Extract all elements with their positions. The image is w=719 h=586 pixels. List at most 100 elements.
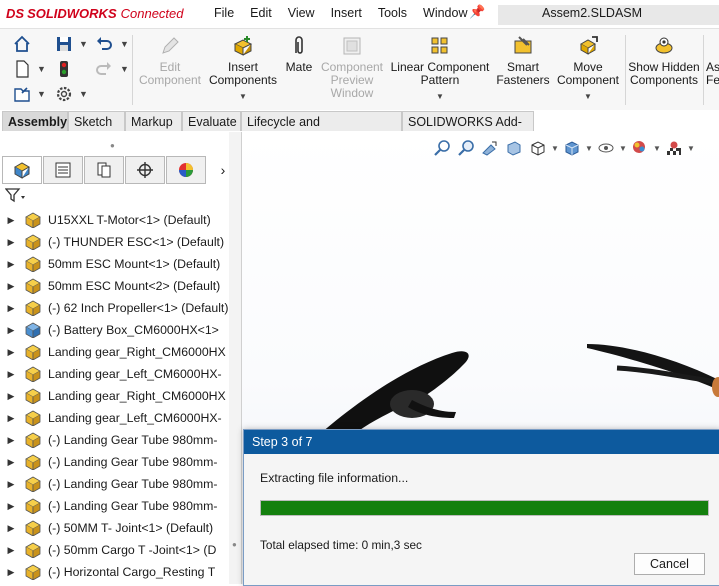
expand-arrow-icon[interactable]: ▶	[0, 545, 22, 556]
smart-fasteners-label: Smart Fasteners	[496, 60, 550, 87]
mate-button[interactable]: Mate	[282, 29, 316, 111]
component-preview-window-button[interactable]: Component Preview Window	[318, 29, 386, 111]
fasteners-icon	[512, 35, 534, 57]
tree-item-label: Landing gear_Left_CM6000HX-	[48, 411, 222, 425]
insert-components-dropdown-icon[interactable]: ▼	[239, 90, 247, 103]
tree-item[interactable]: ▶ (-) Landing Gear Tube 980mm-	[0, 429, 229, 451]
feature-manager-tab[interactable]	[2, 156, 42, 184]
tab-solidworks-add-ins[interactable]: SOLIDWORKS Add-Ins	[402, 111, 534, 149]
progress-message: Extracting file information...	[260, 471, 409, 485]
expand-arrow-icon[interactable]: ▶	[0, 435, 22, 446]
options-gear-icon[interactable]	[54, 84, 74, 104]
linear-component-pattern-button[interactable]: Linear Component Pattern ▼	[388, 29, 492, 111]
options-dropdown-icon[interactable]: ▼	[79, 89, 88, 99]
part-icon	[22, 233, 44, 251]
expand-arrow-icon[interactable]: ▶	[0, 479, 22, 490]
show-hidden-components-button[interactable]: Show Hidden Components	[628, 29, 700, 111]
tree-item[interactable]: ▶ (-) Landing Gear Tube 980mm-	[0, 451, 229, 473]
undo-dropdown-icon[interactable]: ▼	[120, 39, 129, 49]
tree-item[interactable]: ▶ Landing gear_Right_CM6000HX	[0, 385, 229, 407]
ribbon-separator	[132, 35, 133, 105]
tree-filter[interactable]	[4, 187, 27, 206]
move-component-dropdown-icon[interactable]: ▼	[584, 90, 592, 103]
menu-insert[interactable]: Insert	[323, 5, 370, 21]
expand-arrow-icon[interactable]: ▶	[0, 457, 22, 468]
menu-file[interactable]: File	[206, 5, 242, 21]
expand-arrow-icon[interactable]: ▶	[0, 413, 22, 424]
expand-arrow-icon[interactable]: ▶	[0, 369, 22, 380]
menu-tools[interactable]: Tools	[370, 5, 415, 21]
tree-item[interactable]: ▶ (-) Battery Box_CM6000HX<1>	[0, 319, 229, 341]
move-component-button[interactable]: Move Component ▼	[554, 29, 622, 111]
cancel-button[interactable]: Cancel	[634, 553, 705, 575]
tree-item[interactable]: ▶ (-) 50mm Cargo T -Joint<1> (D	[0, 539, 229, 561]
expand-arrow-icon[interactable]: ▶	[0, 237, 22, 248]
tree-item[interactable]: ▶ (-) THUNDER ESC<1> (Default)	[0, 231, 229, 253]
menu-view[interactable]: View	[280, 5, 323, 21]
home-icon[interactable]	[12, 34, 32, 54]
pattern-dropdown-icon[interactable]: ▼	[436, 90, 444, 103]
property-list-icon	[55, 162, 71, 178]
menu-edit[interactable]: Edit	[242, 5, 280, 21]
open-dropdown-icon[interactable]: ▼	[37, 89, 46, 99]
expand-arrow-icon[interactable]: ▶	[0, 567, 22, 578]
crosshair-icon	[137, 162, 153, 178]
tree-item-label: Landing gear_Right_CM6000HX	[48, 389, 226, 403]
tree-item[interactable]: ▶ Landing gear_Left_CM6000HX-	[0, 363, 229, 385]
filter-icon	[4, 188, 25, 203]
ribbon-separator	[625, 35, 626, 105]
assembly-features-button-partial[interactable]: As Fe	[706, 29, 719, 111]
expand-arrow-icon[interactable]: ▶	[0, 523, 22, 534]
tree-item-label: (-) Horizontal Cargo_Resting T	[48, 565, 216, 579]
menu-window[interactable]: Window	[415, 5, 475, 21]
redo-dropdown-icon[interactable]: ▼	[120, 64, 129, 74]
property-manager-tab[interactable]	[43, 156, 83, 184]
panel-grip[interactable]: ●	[0, 132, 229, 156]
save-icon[interactable]	[54, 34, 74, 54]
tree-item[interactable]: ▶ 50mm ESC Mount<1> (Default)	[0, 253, 229, 275]
redo-icon[interactable]	[94, 59, 114, 79]
dimxpert-manager-tab[interactable]	[125, 156, 165, 184]
smart-fasteners-button[interactable]: Smart Fasteners	[494, 29, 552, 111]
expand-arrow-icon[interactable]: ▶	[0, 281, 22, 292]
tree-item[interactable]: ▶ U15XXL T-Motor<1> (Default)	[0, 209, 229, 231]
tree-item[interactable]: ▶ (-) Landing Gear Tube 980mm-	[0, 495, 229, 517]
expand-arrow-icon[interactable]: ▶	[0, 303, 22, 314]
tree-item[interactable]: ▶ (-) Landing Gear Tube 980mm-	[0, 473, 229, 495]
tree-item[interactable]: ▶ (-) 50MM T- Joint<1> (Default)	[0, 517, 229, 539]
tab-assembly[interactable]: Assembly	[2, 111, 68, 131]
expand-arrow-icon[interactable]: ▶	[0, 501, 22, 512]
expand-arrow-icon[interactable]: ▶	[0, 215, 22, 226]
rebuild-traffic-light-icon[interactable]	[54, 59, 74, 79]
new-dropdown-icon[interactable]: ▼	[37, 64, 46, 74]
expand-arrow-icon[interactable]: ▶	[0, 391, 22, 402]
brand-suffix: Connected	[120, 5, 184, 21]
undo-icon[interactable]	[94, 34, 114, 54]
tab-lifecycle-collaboration[interactable]: Lifecycle and Collaboration	[241, 111, 402, 149]
part-icon	[22, 453, 44, 471]
tab-sketch[interactable]: Sketch	[68, 111, 125, 131]
open-document-icon[interactable]	[12, 84, 32, 104]
expand-arrow-icon[interactable]: ▶	[0, 347, 22, 358]
insert-components-button[interactable]: Insert Components ▼	[206, 29, 280, 111]
tree-item[interactable]: ▶ (-) 62 Inch Propeller<1> (Default)	[0, 297, 229, 319]
edit-component-button[interactable]: Edit Component	[136, 29, 204, 111]
save-dropdown-icon[interactable]: ▼	[79, 39, 88, 49]
panel-splitter[interactable]: ●	[229, 132, 242, 584]
tree-item[interactable]: ▶ (-) Horizontal Cargo_Resting T	[0, 561, 229, 583]
feature-tree-icon	[13, 162, 31, 179]
tab-evaluate[interactable]: Evaluate	[182, 111, 241, 131]
pin-icon[interactable]: 📌	[469, 4, 485, 20]
configuration-manager-tab[interactable]	[84, 156, 124, 184]
solidworks-logo[interactable]: DS SOLIDWORKS Connected	[6, 4, 184, 22]
tab-markup[interactable]: Markup	[125, 111, 182, 131]
grip-dot-icon: ●	[110, 141, 115, 150]
display-manager-tab[interactable]	[166, 156, 206, 184]
tree-item[interactable]: ▶ 50mm ESC Mount<2> (Default)	[0, 275, 229, 297]
tree-item[interactable]: ▶ Landing gear_Left_CM6000HX-	[0, 407, 229, 429]
tree-item[interactable]: ▶ Landing gear_Right_CM6000HX	[0, 341, 229, 363]
tree-item-label: (-) Landing Gear Tube 980mm-	[48, 499, 218, 513]
expand-arrow-icon[interactable]: ▶	[0, 325, 22, 336]
expand-arrow-icon[interactable]: ▶	[0, 259, 22, 270]
new-document-icon[interactable]	[12, 59, 32, 79]
